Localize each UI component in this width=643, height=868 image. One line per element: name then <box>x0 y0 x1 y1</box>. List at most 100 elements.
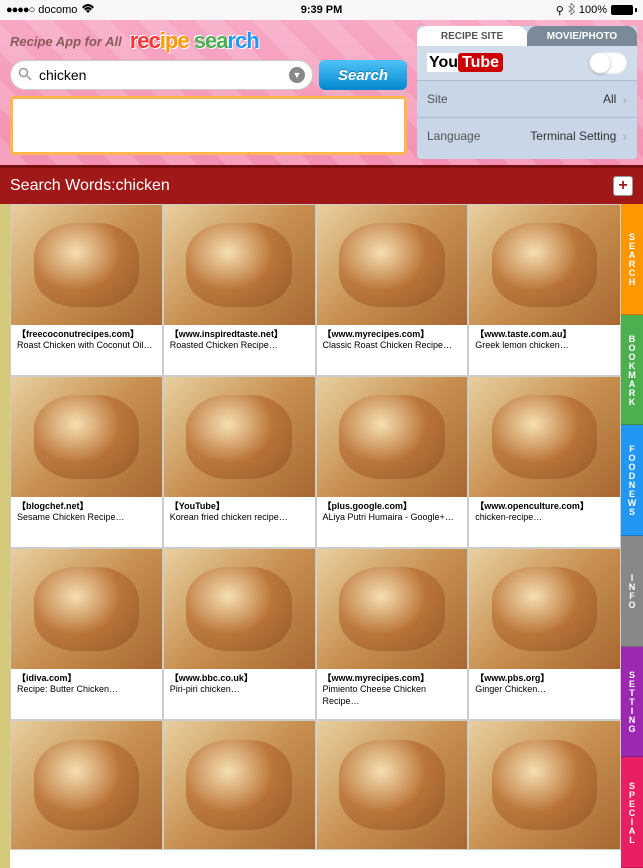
result-cell[interactable]: 【freecoconutrecipes.com】Roast Chicken wi… <box>10 204 163 376</box>
result-thumbnail <box>11 721 162 849</box>
result-source: 【www.myrecipes.com】 <box>323 329 462 340</box>
result-caption: 【YouTube】Korean fried chicken recipe… <box>164 497 315 547</box>
result-cell[interactable]: 【www.pbs.org】Ginger Chicken… <box>468 548 621 720</box>
sidetab-foodnews[interactable]: FOODNEWS <box>621 425 643 536</box>
result-caption: 【plus.google.com】ALiya Putri Humaira - G… <box>317 497 468 547</box>
bluetooth-icon <box>568 3 575 18</box>
result-thumbnail <box>164 549 315 669</box>
status-time: 9:39 PM <box>301 4 343 16</box>
battery-icon <box>611 5 637 15</box>
sidetab-search[interactable]: SEARCH <box>621 204 643 315</box>
results-grid: 【freecoconutrecipes.com】Roast Chicken wi… <box>10 204 621 868</box>
top-tabs: RECIPE SITE MOVIE/PHOTO <box>417 26 637 46</box>
language-row[interactable]: Language Terminal Setting› <box>417 117 637 154</box>
sidetab-info[interactable]: INFO <box>621 536 643 647</box>
chevron-right-icon: › <box>622 91 627 107</box>
status-bar: ●●●●○ docomo 9:39 PM ⚲ 100% <box>0 0 643 20</box>
result-thumbnail <box>317 377 468 497</box>
result-title: Korean fried chicken recipe… <box>170 512 309 523</box>
battery-pct: 100% <box>579 4 607 16</box>
language-value: Terminal Setting <box>530 129 616 143</box>
result-cell[interactable] <box>468 720 621 850</box>
sidetab-special[interactable]: SPECIAL <box>621 757 643 868</box>
result-cell[interactable]: 【www.myrecipes.com】Pimiento Cheese Chick… <box>316 548 469 720</box>
language-label: Language <box>427 129 480 143</box>
wifi-icon <box>81 4 95 17</box>
result-caption: 【www.myrecipes.com】Classic Roast Chicken… <box>317 325 468 375</box>
result-cell[interactable] <box>163 720 316 850</box>
result-title: Greek lemon chicken… <box>475 340 614 351</box>
result-source: 【plus.google.com】 <box>323 501 462 512</box>
site-value: All <box>603 92 616 106</box>
result-thumbnail <box>469 205 620 325</box>
result-source: 【www.bbc.co.uk】 <box>170 673 309 684</box>
settings-panel: RECIPE SITE MOVIE/PHOTO YouTube Site All… <box>417 26 637 159</box>
result-caption: 【www.pbs.org】Ginger Chicken… <box>469 669 620 719</box>
status-left: ●●●●○ docomo <box>6 4 95 17</box>
result-source: 【YouTube】 <box>170 501 309 512</box>
result-source: 【idiva.com】 <box>17 673 156 684</box>
result-title: Sesame Chicken Recipe… <box>17 512 156 523</box>
result-cell[interactable]: 【plus.google.com】ALiya Putri Humaira - G… <box>316 376 469 548</box>
result-source: 【freecoconutrecipes.com】 <box>17 329 156 340</box>
result-cell[interactable]: 【www.openculture.com】chicken-recipe… <box>468 376 621 548</box>
result-title: Recipe: Butter Chicken… <box>17 684 156 695</box>
result-title: Roast Chicken with Coconut Oil… <box>17 340 156 351</box>
result-source: 【www.pbs.org】 <box>475 673 614 684</box>
result-cell[interactable]: 【www.inspiredtaste.net】Roasted Chicken R… <box>163 204 316 376</box>
result-thumbnail <box>164 377 315 497</box>
result-source: 【www.openculture.com】 <box>475 501 614 512</box>
search-words-text: Search Words:chicken <box>10 177 170 195</box>
result-source: 【www.taste.com.au】 <box>475 329 614 340</box>
add-button[interactable]: + <box>613 176 633 196</box>
site-row[interactable]: Site All › <box>417 80 637 117</box>
result-thumbnail <box>469 377 620 497</box>
result-title: Roasted Chicken Recipe… <box>170 340 309 351</box>
result-thumbnail <box>317 205 468 325</box>
header-left: Recipe App for All recipe search ▼ Searc… <box>6 26 411 159</box>
content: 【freecoconutrecipes.com】Roast Chicken wi… <box>0 204 643 868</box>
result-source: 【www.myrecipes.com】 <box>323 673 462 684</box>
result-thumbnail <box>164 721 315 849</box>
search-input[interactable] <box>10 60 313 90</box>
result-cell[interactable] <box>10 720 163 850</box>
app-subtitle: Recipe App for All <box>10 34 122 49</box>
tab-recipe-site[interactable]: RECIPE SITE <box>417 26 527 46</box>
result-caption: 【www.taste.com.au】Greek lemon chicken… <box>469 325 620 375</box>
app-header: Recipe App for All recipe search ▼ Searc… <box>0 20 643 165</box>
site-label: Site <box>427 92 448 106</box>
youtube-toggle[interactable] <box>589 52 627 74</box>
result-cell[interactable]: 【blogchef.net】Sesame Chicken Recipe… <box>10 376 163 548</box>
result-cell[interactable] <box>316 720 469 850</box>
result-title: Piri-piri chicken… <box>170 684 309 695</box>
suggestion-box[interactable] <box>10 96 407 155</box>
result-cell[interactable]: 【www.bbc.co.uk】Piri-piri chicken… <box>163 548 316 720</box>
result-cell[interactable]: 【YouTube】Korean fried chicken recipe… <box>163 376 316 548</box>
result-thumbnail <box>11 549 162 669</box>
result-cell[interactable]: 【idiva.com】Recipe: Butter Chicken… <box>10 548 163 720</box>
result-caption: 【idiva.com】Recipe: Butter Chicken… <box>11 669 162 719</box>
result-caption: 【freecoconutrecipes.com】Roast Chicken wi… <box>11 325 162 375</box>
search-button[interactable]: Search <box>319 60 407 90</box>
search-icon <box>18 67 32 86</box>
left-strip <box>0 204 10 868</box>
result-thumbnail <box>317 721 468 849</box>
result-caption: 【www.bbc.co.uk】Piri-piri chicken… <box>164 669 315 719</box>
tab-movie-photo[interactable]: MOVIE/PHOTO <box>527 26 637 46</box>
search-field-wrap: ▼ <box>10 60 313 90</box>
result-thumbnail <box>317 549 468 669</box>
result-cell[interactable]: 【www.myrecipes.com】Classic Roast Chicken… <box>316 204 469 376</box>
result-source: 【www.inspiredtaste.net】 <box>170 329 309 340</box>
result-thumbnail <box>11 205 162 325</box>
dropdown-icon[interactable]: ▼ <box>289 67 305 83</box>
youtube-logo: YouTube <box>427 54 503 72</box>
sidetab-setting[interactable]: SETTING <box>621 647 643 758</box>
result-source: 【blogchef.net】 <box>17 501 156 512</box>
result-thumbnail <box>469 549 620 669</box>
result-thumbnail <box>164 205 315 325</box>
result-cell[interactable]: 【www.taste.com.au】Greek lemon chicken… <box>468 204 621 376</box>
side-tabs: SEARCH BOOKMARK FOODNEWS INFO SETTING SP… <box>621 204 643 868</box>
sidetab-bookmark[interactable]: BOOKMARK <box>621 315 643 426</box>
result-caption: 【blogchef.net】Sesame Chicken Recipe… <box>11 497 162 547</box>
result-caption: 【www.inspiredtaste.net】Roasted Chicken R… <box>164 325 315 375</box>
